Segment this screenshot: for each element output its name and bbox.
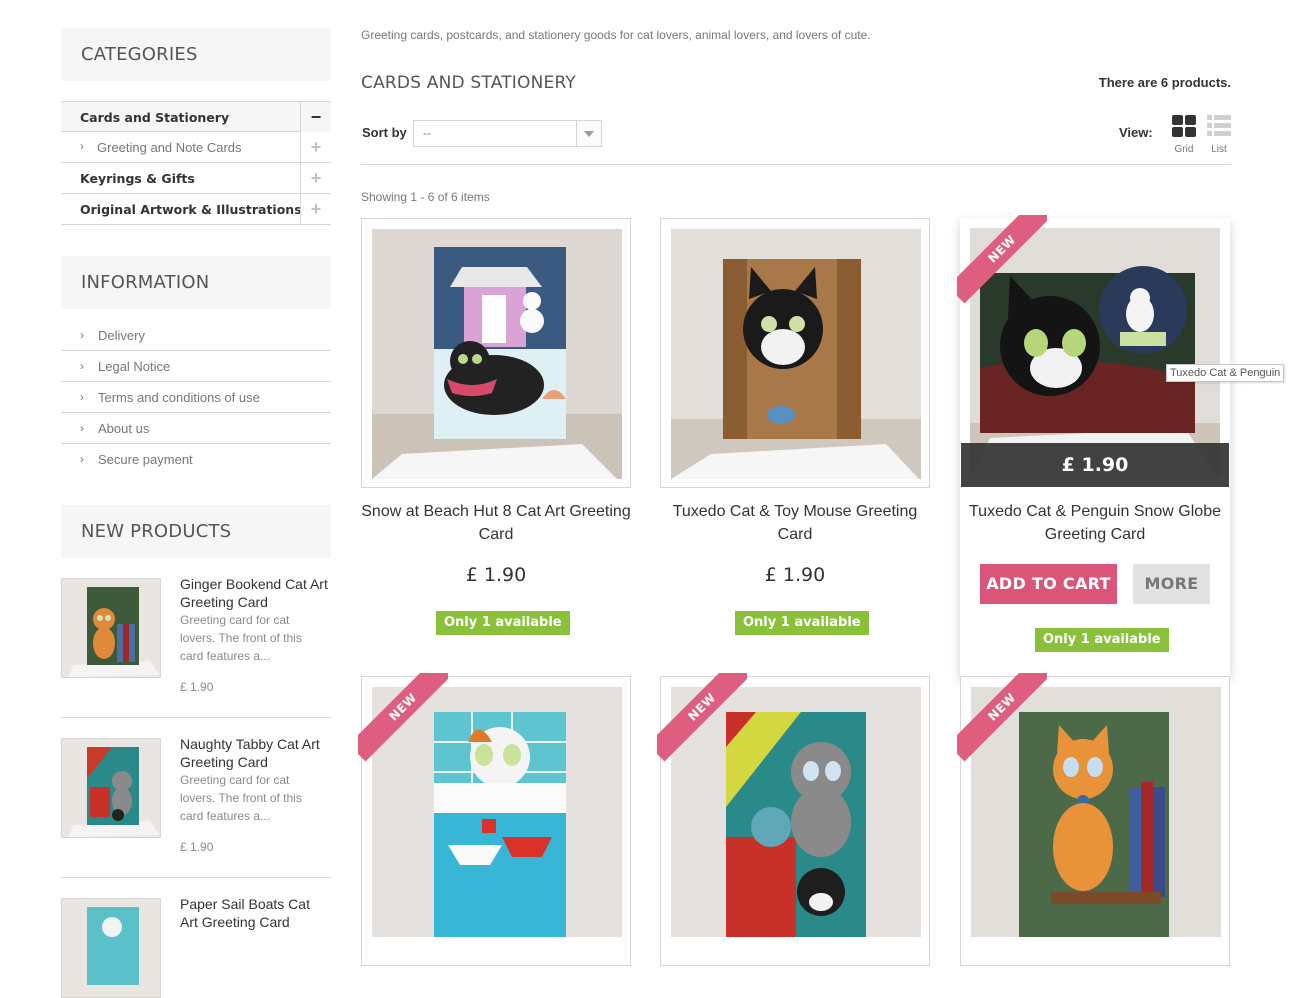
category-keyrings-gifts[interactable]: Keyrings & Gifts + xyxy=(61,163,331,194)
sort-select[interactable]: -- xyxy=(413,120,602,147)
chevron-right-icon: › xyxy=(80,421,84,435)
product-card[interactable]: NEW xyxy=(358,673,631,966)
info-link-label[interactable]: Terms and conditions of use xyxy=(98,390,260,405)
product-price: £ 1.90 xyxy=(764,564,826,586)
view-grid-label: Grid xyxy=(1174,144,1194,155)
categories-title: CATEGORIES xyxy=(61,28,331,81)
product-card[interactable]: Snow at Beach Hut 8 Cat Art Greeting Car… xyxy=(361,218,631,638)
category-label[interactable]: Cards and Stationery xyxy=(80,110,229,125)
new-badge: NEW xyxy=(957,215,1047,305)
availability-badge: Only 1 available xyxy=(735,611,869,635)
chevron-right-icon: › xyxy=(80,452,84,466)
chevron-down-icon[interactable] xyxy=(576,121,601,146)
add-to-cart-button[interactable]: ADD TO CART xyxy=(980,564,1117,604)
info-link-secure-payment[interactable]: › Secure payment xyxy=(61,444,331,475)
view-label: View: xyxy=(1119,125,1153,140)
product-card[interactable]: NEW xyxy=(657,673,930,966)
info-link-label[interactable]: About us xyxy=(98,421,149,436)
info-link-legal-notice[interactable]: › Legal Notice xyxy=(61,351,331,382)
info-link-terms[interactable]: › Terms and conditions of use xyxy=(61,382,331,413)
new-badge: NEW xyxy=(358,673,448,763)
new-products-title: NEW PRODUCTS xyxy=(61,505,331,558)
category-label[interactable]: Keyrings & Gifts xyxy=(80,171,195,186)
availability-badge: Only 1 available xyxy=(436,611,570,635)
new-badge-label: NEW xyxy=(957,673,1047,762)
chevron-right-icon: › xyxy=(80,390,84,404)
product-name[interactable]: Tuxedo Cat & Toy Mouse Greeting Card xyxy=(660,500,930,546)
info-link-label[interactable]: Legal Notice xyxy=(98,359,170,374)
view-grid-button[interactable]: Grid xyxy=(1169,115,1199,155)
product-image[interactable] xyxy=(660,218,930,488)
more-button[interactable]: MORE xyxy=(1133,564,1210,604)
product-name[interactable]: Paper Sail Boats Cat Art Greeting Card xyxy=(180,895,330,931)
page-title: CARDS AND STATIONERY xyxy=(361,73,576,93)
new-badge: NEW xyxy=(657,673,747,763)
new-badge: NEW xyxy=(957,673,1047,763)
divider xyxy=(361,164,1231,165)
product-thumbnail[interactable] xyxy=(61,898,161,998)
info-link-label[interactable]: Delivery xyxy=(98,328,145,343)
product-description: Greeting card for cat lovers. The front … xyxy=(180,613,302,663)
product-name[interactable]: Snow at Beach Hut 8 Cat Art Greeting Car… xyxy=(361,500,631,546)
sort-label: Sort by xyxy=(362,125,407,140)
chevron-right-icon: › xyxy=(80,359,84,373)
category-label[interactable]: Greeting and Note Cards xyxy=(97,140,242,155)
new-product-item[interactable]: Paper Sail Boats Cat Art Greeting Card xyxy=(61,895,331,998)
category-greeting-and-note-cards[interactable]: › Greeting and Note Cards + xyxy=(61,132,331,163)
new-badge-label: NEW xyxy=(358,673,448,762)
new-badge-label: NEW xyxy=(657,673,747,762)
view-list-label: List xyxy=(1211,144,1227,155)
expand-icon[interactable]: + xyxy=(300,163,331,193)
category-description: Greeting cards, postcards, and stationer… xyxy=(361,28,871,42)
info-link-label[interactable]: Secure payment xyxy=(98,452,193,467)
product-name[interactable]: Naughty Tabby Cat Art Greeting Card xyxy=(180,735,330,771)
information-title: INFORMATION xyxy=(61,256,331,309)
info-link-about-us[interactable]: › About us xyxy=(61,413,331,444)
expand-icon[interactable]: + xyxy=(300,132,331,162)
category-cards-and-stationery[interactable]: Cards and Stationery − xyxy=(61,101,331,132)
info-link-delivery[interactable]: › Delivery xyxy=(61,320,331,351)
product-thumbnail[interactable] xyxy=(61,738,161,838)
image-tooltip: Tuxedo Cat & Penguin xyxy=(1166,364,1285,382)
product-card[interactable]: NEW xyxy=(957,673,1230,966)
product-name[interactable]: Tuxedo Cat & Penguin Snow Globe Greeting… xyxy=(960,500,1230,546)
product-description: Greeting card for cat lovers. The front … xyxy=(180,773,302,823)
product-image[interactable] xyxy=(361,218,631,488)
new-product-item[interactable]: Ginger Bookend Cat Art Greeting Card Gre… xyxy=(61,575,331,718)
product-price: £ 1.90 xyxy=(465,564,527,586)
collapse-icon[interactable]: − xyxy=(300,102,331,132)
category-original-artwork[interactable]: Original Artwork & Illustrations + xyxy=(61,194,331,225)
list-icon xyxy=(1204,115,1234,140)
category-label[interactable]: Original Artwork & Illustrations xyxy=(80,202,302,217)
product-price: £ 1.90 xyxy=(180,680,214,694)
grid-icon xyxy=(1169,115,1199,140)
product-name[interactable]: Ginger Bookend Cat Art Greeting Card xyxy=(180,575,330,611)
availability-badge: Only 1 available xyxy=(1035,628,1169,652)
product-count: There are 6 products. xyxy=(1098,75,1231,90)
new-product-item[interactable]: Naughty Tabby Cat Art Greeting Card Gree… xyxy=(61,735,331,878)
product-card[interactable]: £ 1.90 NEW Tuxedo Cat & Penguin Snow Glo… xyxy=(957,215,1230,676)
chevron-right-icon: › xyxy=(80,139,84,153)
price-overlay: £ 1.90 xyxy=(961,443,1229,487)
sort-value: -- xyxy=(423,126,431,140)
product-price: £ 1.90 xyxy=(180,840,214,854)
product-thumbnail[interactable] xyxy=(61,578,161,678)
product-card[interactable]: Tuxedo Cat & Toy Mouse Greeting Card £ 1… xyxy=(660,218,930,638)
chevron-right-icon: › xyxy=(80,328,84,342)
showing-count: Showing 1 - 6 of 6 items xyxy=(361,190,490,204)
new-badge-label: NEW xyxy=(957,215,1047,304)
expand-icon[interactable]: + xyxy=(300,194,331,224)
view-list-button[interactable]: List xyxy=(1204,115,1234,155)
